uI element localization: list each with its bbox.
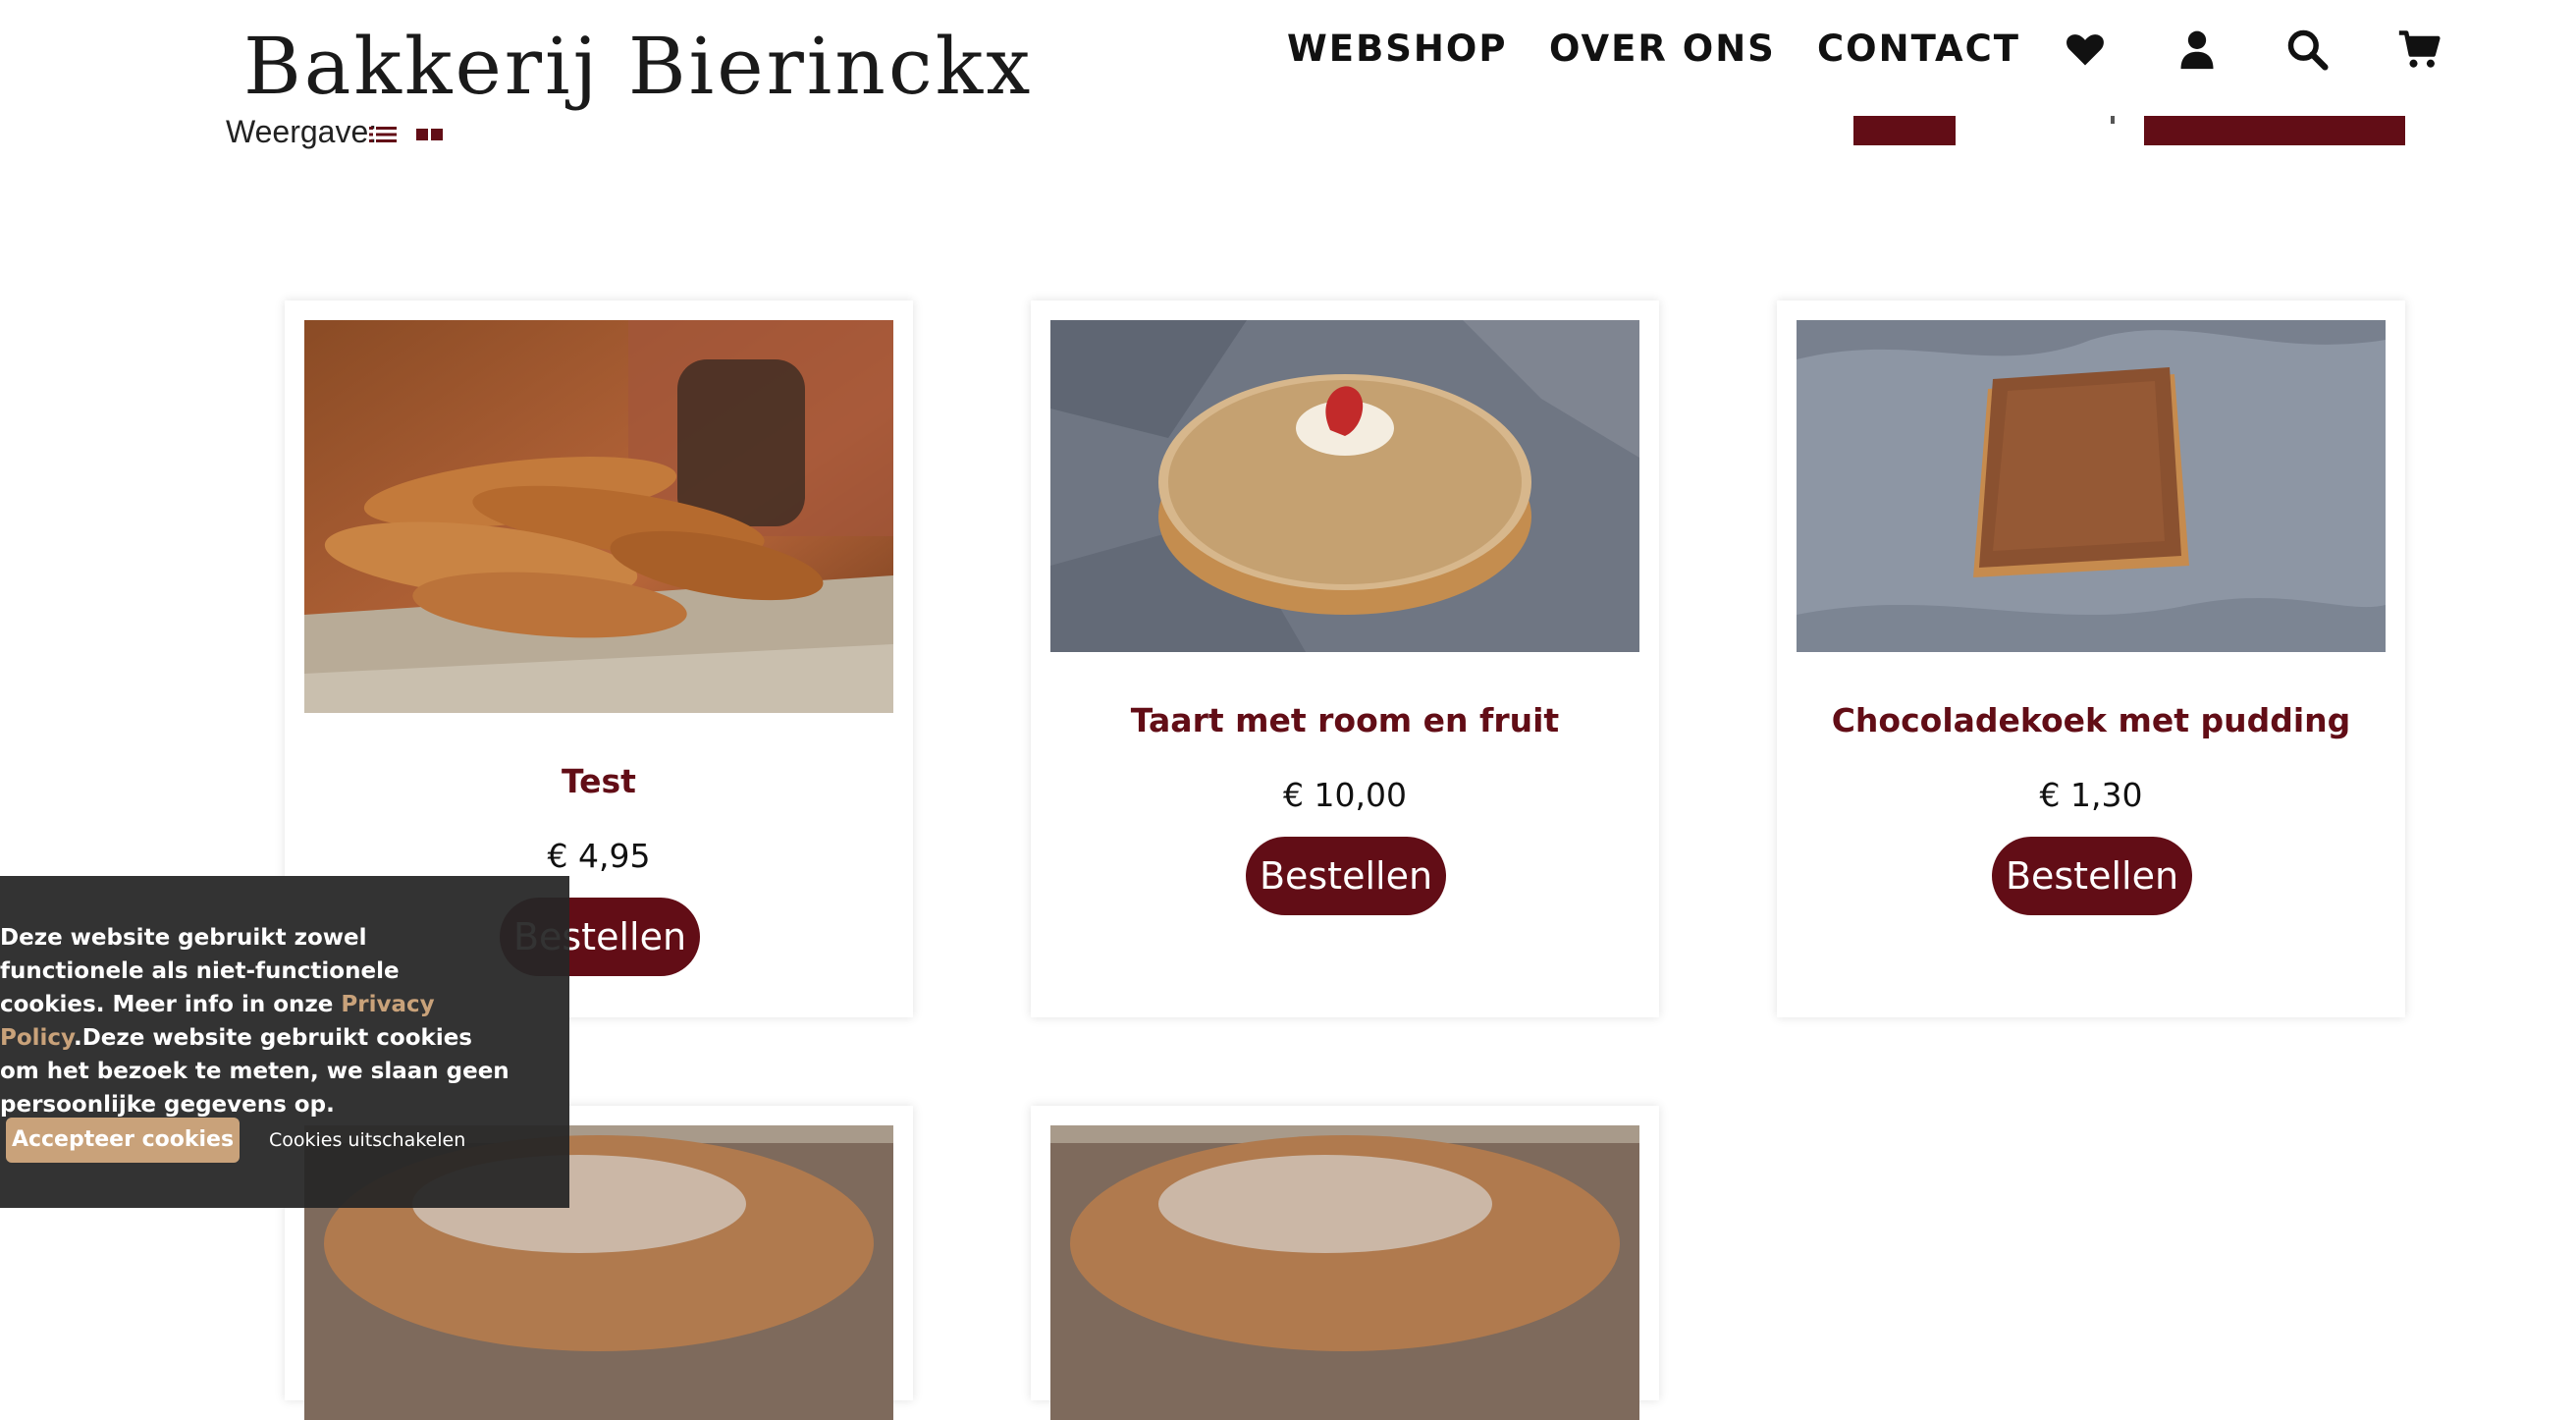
site-logo[interactable]: Bakkerij Bierinckx [243,18,1033,116]
cookie-text-outro: .Deze website gebruikt cookies om het be… [0,1025,510,1118]
product-title[interactable]: Chocoladekoek met pudding [1777,701,2405,739]
site-header: Bakkerij Bierinckx WEBSHOP OVER ONS CONT… [0,0,2576,116]
user-icon[interactable] [2175,27,2219,71]
product-image-baguettes[interactable] [304,320,893,713]
product-price: € 1,30 [2039,776,2143,814]
search-icon[interactable] [2285,27,2329,71]
product-card: Taart met room en fruit € 10,00 Bestelle… [1031,300,1659,1017]
disable-cookies-link[interactable]: Cookies uitschakelen [269,1123,465,1157]
heart-icon[interactable] [2064,27,2107,71]
order-button[interactable]: Bestellen [1246,837,1446,915]
cookie-text-intro: Deze website gebruikt zowel functionele … [0,925,400,1017]
cookie-message: Deze website gebruikt zowel functionele … [0,921,510,1121]
toolbar-separator [2111,116,2115,124]
nav-webshop[interactable]: WEBSHOP [1287,24,1507,75]
nav-over-ons[interactable]: OVER ONS [1549,24,1776,75]
product-title[interactable]: Taart met room en fruit [1031,701,1659,739]
view-label: Weergave: [226,114,378,149]
order-button[interactable]: Bestellen [1992,837,2192,915]
nav-contact[interactable]: CONTACT [1817,24,2020,75]
product-title[interactable]: Test [285,762,913,800]
product-price: € 4,95 [547,837,651,875]
cookie-banner: Deze website gebruikt zowel functionele … [0,876,569,1208]
cart-icon[interactable] [2397,27,2441,71]
product-image-bread[interactable] [1050,1125,1639,1420]
product-price: € 10,00 [1283,776,1407,814]
list-view-icon[interactable] [369,126,397,143]
product-card: Chocoladekoek met pudding € 1,30 Bestell… [1777,300,2405,1017]
accept-cookies-button[interactable]: Accepteer cookies [6,1118,240,1163]
product-image-chocolate-pastry[interactable] [1797,320,2386,652]
product-card [1031,1106,1659,1420]
grid-view-icon[interactable] [416,126,444,143]
product-image-cake[interactable] [1050,320,1639,652]
